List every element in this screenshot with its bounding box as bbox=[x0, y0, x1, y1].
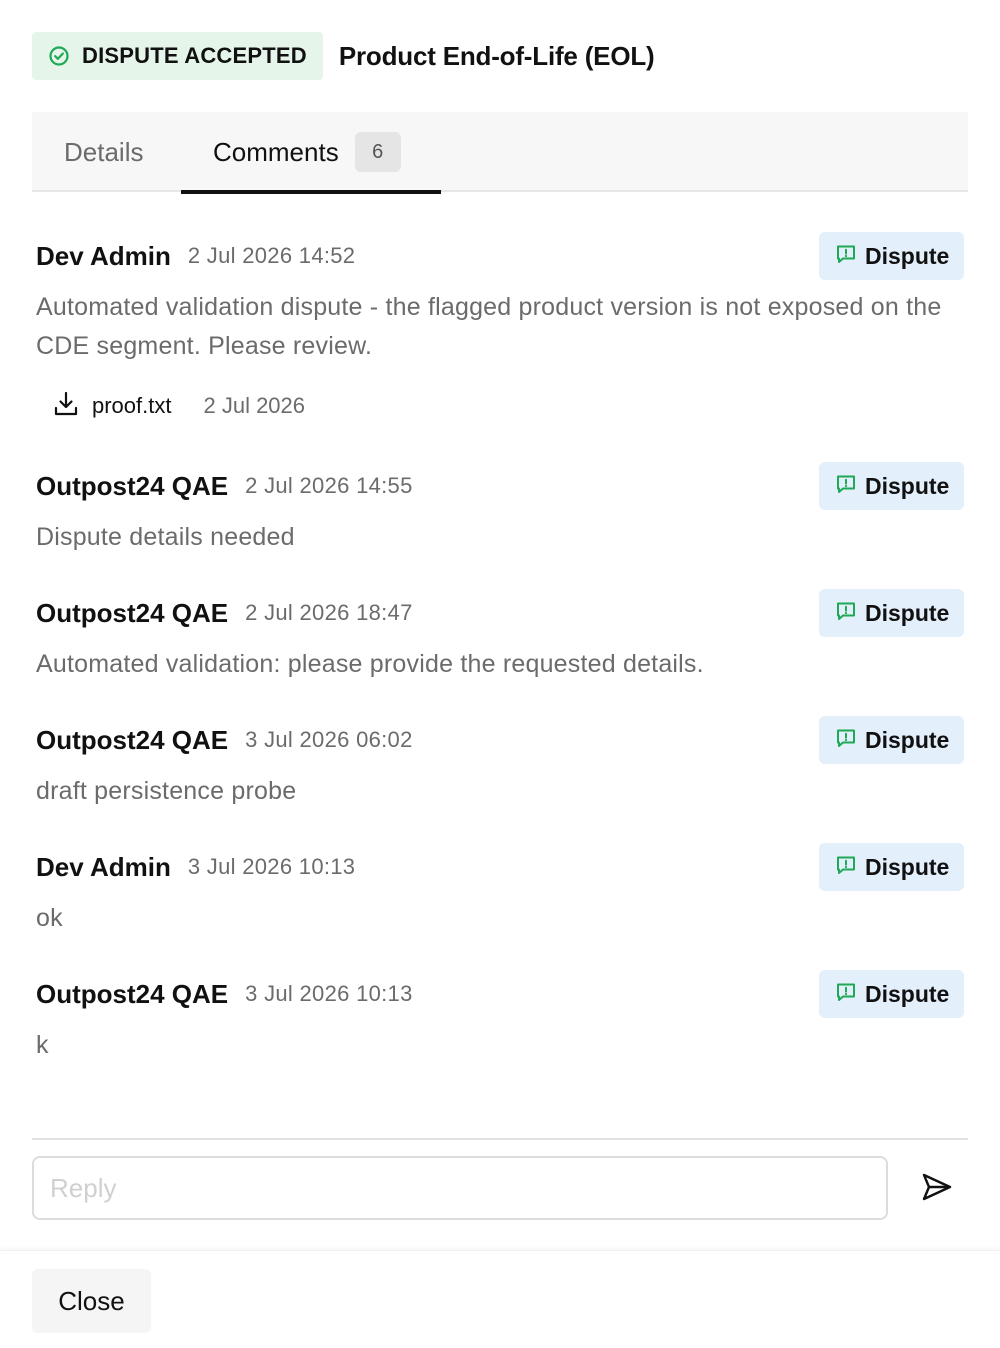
header: DISPUTE ACCEPTED Product End-of-Life (EO… bbox=[32, 32, 655, 80]
comment-timestamp: 3 Jul 2026 10:13 bbox=[245, 981, 413, 1006]
comment-item: Dev Admin 2 Jul 2026 14:52 Dispute Autom… bbox=[36, 232, 964, 366]
comment-header: Outpost24 QAE 3 Jul 2026 10:13 Dispute bbox=[36, 970, 964, 1018]
comment-timestamp: 3 Jul 2026 10:13 bbox=[187, 854, 356, 879]
comment-timestamp: 2 Jul 2026 14:55 bbox=[245, 473, 413, 498]
comment-author: Dev Admin bbox=[36, 240, 171, 271]
check-circle-icon bbox=[48, 45, 70, 67]
dispute-tag-label: Dispute bbox=[865, 599, 950, 626]
dispute-tag-label: Dispute bbox=[865, 242, 950, 269]
comment-alert-icon bbox=[835, 600, 857, 627]
comment-header: Dev Admin 3 Jul 2026 10:13 Dispute bbox=[36, 843, 964, 891]
dispute-tag-button[interactable]: Dispute bbox=[819, 843, 964, 891]
tab-comments[interactable]: Comments 6 bbox=[181, 112, 441, 194]
comment-header: Outpost24 QAE 2 Jul 2026 18:47 Dispute bbox=[36, 589, 964, 637]
comment-alert-icon bbox=[835, 727, 857, 754]
comment-item: Dev Admin 3 Jul 2026 10:13 Dispute ok bbox=[36, 843, 964, 938]
reply-input[interactable] bbox=[32, 1156, 888, 1220]
attachment-date: 2 Jul 2026 bbox=[203, 393, 306, 418]
send-button[interactable] bbox=[916, 1168, 958, 1210]
comment-text: k bbox=[36, 1031, 49, 1059]
dispute-tag-button[interactable]: Dispute bbox=[819, 462, 964, 510]
tab-details-label: Details bbox=[64, 136, 144, 167]
comment-item: Outpost24 QAE 2 Jul 2026 18:47 Dispute A… bbox=[36, 589, 964, 684]
comment-author: Outpost24 QAE bbox=[36, 470, 229, 501]
comment-text: Automated validation: please provide the… bbox=[36, 650, 704, 678]
comment-header: Dev Admin 2 Jul 2026 14:52 Dispute bbox=[36, 232, 964, 280]
comment-header: Outpost24 QAE 3 Jul 2026 06:02 Dispute bbox=[36, 716, 964, 764]
dispute-tag-label: Dispute bbox=[865, 726, 950, 753]
close-button[interactable]: Close bbox=[32, 1269, 151, 1333]
status-badge: DISPUTE ACCEPTED bbox=[32, 32, 323, 80]
dispute-tag-label: Dispute bbox=[865, 472, 950, 499]
comment-author: Outpost24 QAE bbox=[36, 978, 229, 1009]
reply-divider bbox=[32, 1138, 968, 1140]
comment-author: Dev Admin bbox=[36, 851, 171, 882]
comment-timestamp: 3 Jul 2026 06:02 bbox=[245, 727, 413, 752]
dispute-tag-button[interactable]: Dispute bbox=[819, 589, 964, 637]
comment-item: Outpost24 QAE 2 Jul 2026 14:55 Dispute D… bbox=[36, 462, 964, 557]
download-icon[interactable] bbox=[52, 390, 80, 423]
send-icon bbox=[920, 1172, 954, 1207]
tab-details[interactable]: Details bbox=[32, 112, 181, 192]
dispute-tag-label: Dispute bbox=[865, 853, 950, 880]
comment-item: Outpost24 QAE 3 Jul 2026 10:13 Dispute k bbox=[36, 970, 964, 1065]
page-title: Product End-of-Life (EOL) bbox=[338, 40, 655, 71]
comment-header: Outpost24 QAE 2 Jul 2026 14:55 Dispute bbox=[36, 462, 964, 510]
tab-comments-label: Comments bbox=[213, 136, 339, 167]
comments-count-badge: 6 bbox=[354, 132, 401, 172]
tab-bar: Details Comments 6 bbox=[32, 112, 968, 194]
comment-text: Automated validation dispute - the flagg… bbox=[36, 293, 942, 360]
attachment-name[interactable]: proof.txt bbox=[92, 393, 171, 419]
dispute-tag-label: Dispute bbox=[865, 980, 950, 1007]
attachment[interactable]: proof.txt 2 Jul 2026 bbox=[52, 386, 305, 426]
comment-timestamp: 2 Jul 2026 18:47 bbox=[245, 600, 413, 625]
dispute-tag-button[interactable]: Dispute bbox=[819, 970, 964, 1018]
comment-text: Dispute details needed bbox=[36, 523, 295, 551]
comment-alert-icon bbox=[835, 243, 857, 270]
comment-author: Outpost24 QAE bbox=[36, 597, 229, 628]
comment-alert-icon bbox=[835, 981, 857, 1008]
dispute-tag-button[interactable]: Dispute bbox=[819, 716, 964, 764]
comment-author: Outpost24 QAE bbox=[36, 724, 229, 755]
comment-alert-icon bbox=[835, 854, 857, 881]
comment-timestamp: 2 Jul 2026 14:52 bbox=[187, 243, 356, 268]
comment-item: Outpost24 QAE 3 Jul 2026 06:02 Dispute d… bbox=[36, 716, 964, 811]
comment-text: draft persistence probe bbox=[36, 777, 297, 805]
dispute-tag-button[interactable]: Dispute bbox=[819, 232, 964, 280]
comment-text: ok bbox=[36, 904, 63, 932]
status-label: DISPUTE ACCEPTED bbox=[82, 43, 307, 68]
footer: Close bbox=[0, 1250, 1000, 1348]
comment-alert-icon bbox=[835, 473, 857, 500]
